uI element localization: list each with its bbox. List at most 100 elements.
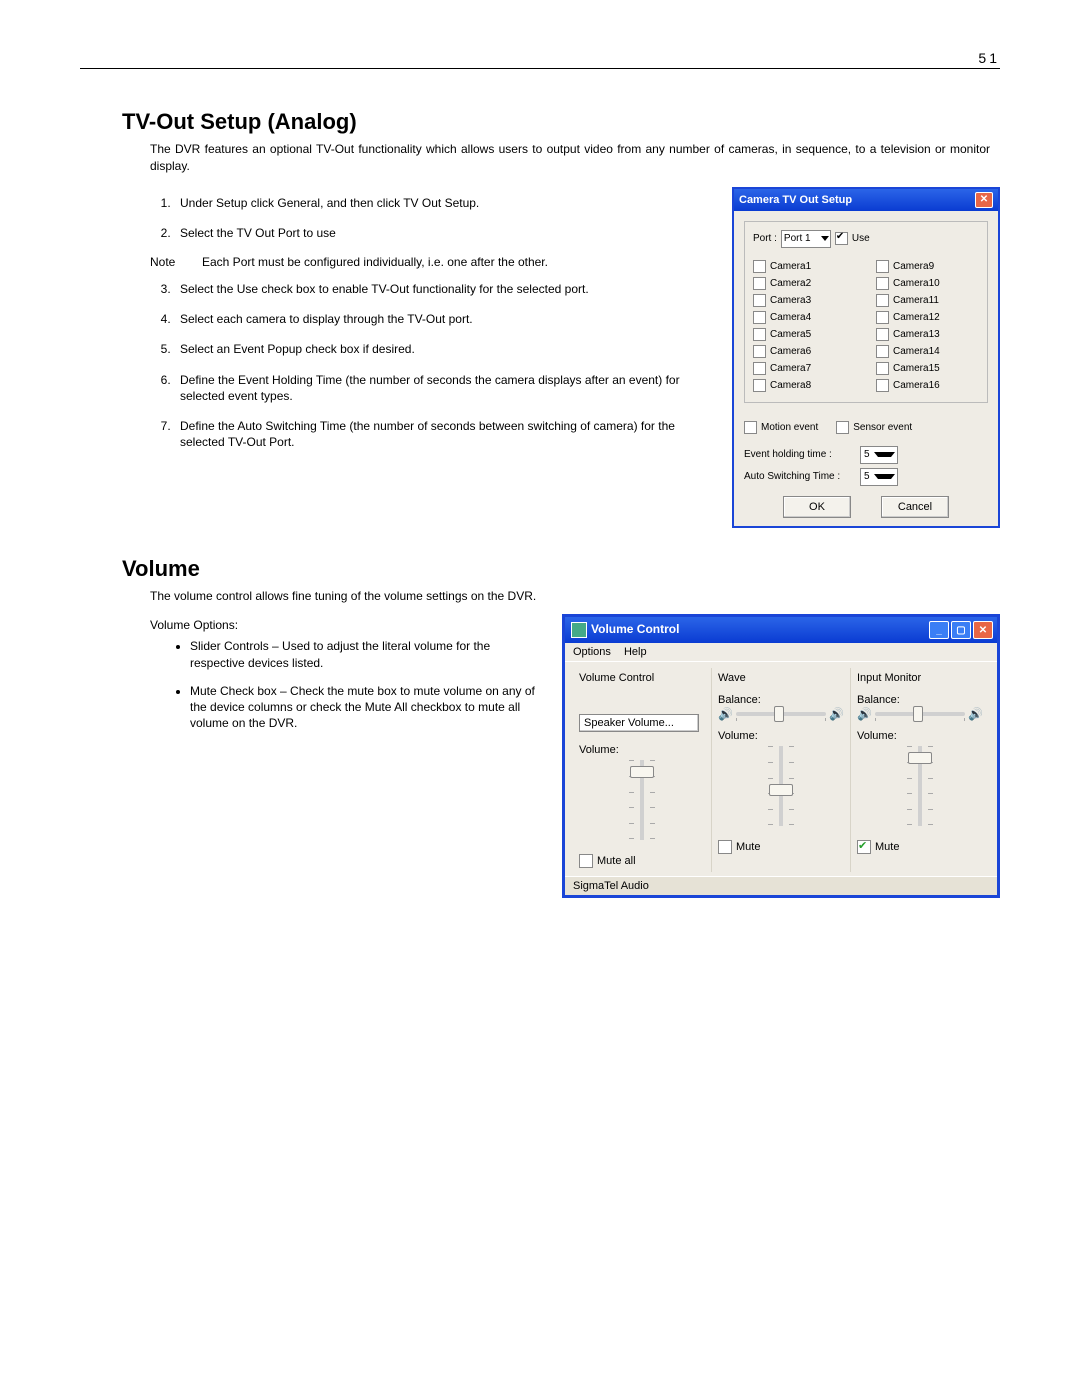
close-icon[interactable]: ✕ xyxy=(975,192,993,208)
col2-vol-label: Volume: xyxy=(718,730,844,742)
input-mute-label: Mute xyxy=(875,841,899,853)
camera14-checkbox[interactable] xyxy=(876,345,889,358)
camera11-checkbox[interactable] xyxy=(876,294,889,307)
section2-columns: Volume Options: Slider Controls – Used t… xyxy=(150,610,1000,898)
camera10-checkbox[interactable] xyxy=(876,277,889,290)
dlg1-group: Port : Port 1 Use Camera1 Camera2 xyxy=(744,221,988,403)
col3-vol-label: Volume: xyxy=(857,730,983,742)
dlg2-menu: Options Help xyxy=(565,643,997,662)
camera9-checkbox[interactable] xyxy=(876,260,889,273)
col3-balance-slider[interactable]: 🔊 🔊 xyxy=(857,708,983,720)
port-value: Port 1 xyxy=(784,233,811,244)
menu-options[interactable]: Options xyxy=(573,646,611,658)
col3-heading: Input Monitor xyxy=(857,672,983,684)
maximize-icon[interactable]: ▢ xyxy=(951,621,971,639)
chevron-down-icon xyxy=(874,474,895,479)
auto-row: Auto Switching Time : 5 xyxy=(744,468,988,486)
camera8-checkbox[interactable] xyxy=(753,379,766,392)
camera6-label: Camera6 xyxy=(770,346,811,357)
speaker-volume-button[interactable]: Speaker Volume... xyxy=(579,714,699,732)
port-label: Port : xyxy=(753,233,777,244)
use-checkbox[interactable] xyxy=(835,232,848,245)
camera16-checkbox[interactable] xyxy=(876,379,889,392)
volume-options-label: Volume Options: xyxy=(150,618,548,632)
dlg2-title-text: Volume Control xyxy=(571,622,679,638)
use-label: Use xyxy=(852,233,870,244)
camera6-checkbox[interactable] xyxy=(753,345,766,358)
port-row: Port : Port 1 Use xyxy=(753,230,979,248)
menu-help[interactable]: Help xyxy=(624,646,647,658)
col2-heading: Wave xyxy=(718,672,844,684)
port-select[interactable]: Port 1 xyxy=(781,230,831,248)
page-root: { "pageNumber": "51", "section1": { "hea… xyxy=(0,0,1080,1397)
camera2-checkbox[interactable] xyxy=(753,277,766,290)
step-6: Define the Event Holding Time (the numbe… xyxy=(174,372,718,404)
col2-volume-slider[interactable] xyxy=(718,746,844,836)
col1-heading: Volume Control xyxy=(579,672,705,684)
cameras-grid: Camera1 Camera2 Camera3 Camera4 Camera5 … xyxy=(753,256,979,396)
dialog1-wrap: Camera TV Out Setup ✕ Port : Port 1 Use xyxy=(732,187,1000,528)
chevron-down-icon xyxy=(874,452,895,457)
camera12-checkbox[interactable] xyxy=(876,311,889,324)
col2-balance-slider[interactable]: 🔊 🔊 xyxy=(718,708,844,720)
camera7-checkbox[interactable] xyxy=(753,362,766,375)
window-controls: _ ▢ ✕ xyxy=(929,621,993,639)
section2-text-col: Volume Options: Slider Controls – Used t… xyxy=(150,610,548,898)
mixer-col-wave: Wave Balance: 🔊 🔊 Volume: xyxy=(712,668,851,872)
sensor-checkbox[interactable] xyxy=(836,421,849,434)
col1-mute: Mute all xyxy=(579,854,705,868)
auto-value: 5 xyxy=(861,471,874,482)
speaker-right-icon: 🔊 xyxy=(829,708,844,720)
col3-volume-slider[interactable] xyxy=(857,746,983,836)
step-7: Define the Auto Switching Time (the numb… xyxy=(174,418,718,450)
bullet-1: Slider Controls – Used to adjust the lit… xyxy=(190,638,548,670)
dlg1-buttons: OK Cancel xyxy=(744,496,988,518)
dlg1-titlebar: Camera TV Out Setup ✕ xyxy=(734,189,998,211)
mixer-col-master: Volume Control Speaker Volume... Volume:… xyxy=(573,668,712,872)
motion-checkbox[interactable] xyxy=(744,421,757,434)
step-2: Select the TV Out Port to use xyxy=(174,225,718,241)
camera1-checkbox[interactable] xyxy=(753,260,766,273)
cam-col-left: Camera1 Camera2 Camera3 Camera4 Camera5 … xyxy=(753,256,856,396)
page-number: 51 xyxy=(80,50,1000,69)
step-1: Under Setup click General, and then clic… xyxy=(174,195,718,211)
steps-list-2: Select the Use check box to enable TV-Ou… xyxy=(150,281,718,450)
col2-mute: Mute xyxy=(718,840,844,854)
camera5-label: Camera5 xyxy=(770,329,811,340)
col1-volume-slider[interactable] xyxy=(579,760,705,850)
step-4: Select each camera to display through th… xyxy=(174,311,718,327)
close-icon[interactable]: ✕ xyxy=(973,621,993,639)
cancel-button[interactable]: Cancel xyxy=(881,496,949,518)
note-text: Each Port must be configured individuall… xyxy=(202,255,718,269)
camera14-label: Camera14 xyxy=(893,346,940,357)
input-mute-checkbox[interactable] xyxy=(857,840,871,854)
dialog2-wrap: Volume Control _ ▢ ✕ Options Help Volume… xyxy=(562,610,1000,898)
wave-mute-checkbox[interactable] xyxy=(718,840,732,854)
holding-spinner[interactable]: 5 xyxy=(860,446,898,464)
auto-spinner[interactable]: 5 xyxy=(860,468,898,486)
section1-text-col: Under Setup click General, and then clic… xyxy=(150,187,718,528)
camera4-label: Camera4 xyxy=(770,312,811,323)
camera10-label: Camera10 xyxy=(893,278,940,289)
camera3-checkbox[interactable] xyxy=(753,294,766,307)
section2-heading: Volume xyxy=(122,556,1000,582)
step-5: Select an Event Popup check box if desir… xyxy=(174,341,718,357)
mute-all-checkbox[interactable] xyxy=(579,854,593,868)
dlg1-title-text: Camera TV Out Setup xyxy=(739,194,852,206)
camera5-checkbox[interactable] xyxy=(753,328,766,341)
camera3-label: Camera3 xyxy=(770,295,811,306)
mixer-panel: Volume Control Speaker Volume... Volume:… xyxy=(565,662,997,876)
camera15-label: Camera15 xyxy=(893,363,940,374)
bullet-list: Slider Controls – Used to adjust the lit… xyxy=(150,638,548,731)
wave-mute-label: Mute xyxy=(736,841,760,853)
camera13-checkbox[interactable] xyxy=(876,328,889,341)
camera7-label: Camera7 xyxy=(770,363,811,374)
minimize-icon[interactable]: _ xyxy=(929,621,949,639)
event-row: Motion event Sensor event xyxy=(744,417,988,438)
speaker-left-icon: 🔊 xyxy=(718,708,733,720)
camera8-label: Camera8 xyxy=(770,380,811,391)
ok-button[interactable]: OK xyxy=(783,496,851,518)
camera15-checkbox[interactable] xyxy=(876,362,889,375)
speaker-right-icon: 🔊 xyxy=(968,708,983,720)
camera4-checkbox[interactable] xyxy=(753,311,766,324)
